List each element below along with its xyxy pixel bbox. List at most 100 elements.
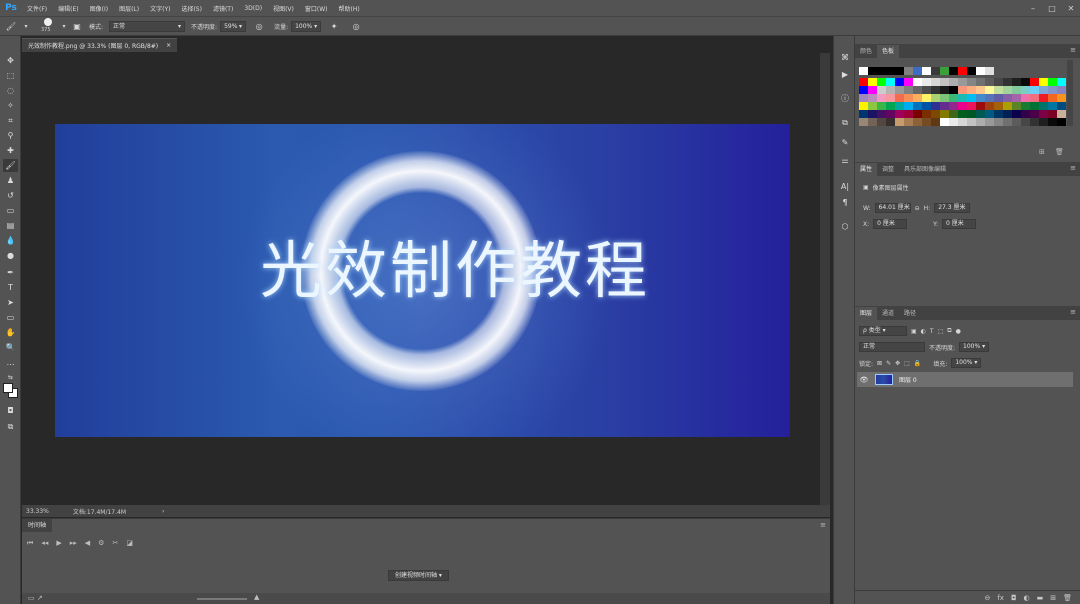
width-input[interactable]: 64.01 厘米 (874, 203, 911, 213)
color-swatch[interactable] (1012, 86, 1021, 94)
color-swatch[interactable] (1048, 110, 1057, 118)
lock-artboard-icon[interactable]: ⬚ (904, 360, 910, 367)
color-swatch[interactable] (913, 102, 922, 110)
color-swatch[interactable] (886, 118, 895, 126)
blur-tool-icon[interactable]: 💧 (3, 234, 18, 247)
next-frame-icon[interactable]: ▸▸ (70, 539, 77, 548)
color-swatch[interactable] (913, 118, 922, 126)
color-swatch[interactable] (949, 118, 958, 126)
color-swatch[interactable] (1003, 78, 1012, 86)
color-swatch[interactable] (868, 110, 877, 118)
menu-file[interactable]: 文件(F) (22, 4, 53, 13)
history-panel-icon[interactable]: ⌘ (838, 51, 852, 64)
color-swatch[interactable] (967, 102, 976, 110)
layer-style-icon[interactable]: fx (997, 594, 1004, 602)
color-swatch[interactable] (967, 86, 976, 94)
color-swatch[interactable] (877, 78, 886, 86)
color-swatch[interactable] (994, 118, 1003, 126)
color-swatch[interactable] (922, 102, 931, 110)
color-swatch[interactable] (985, 86, 994, 94)
color-swatch[interactable] (985, 110, 994, 118)
menu-edit[interactable]: 编辑(E) (53, 4, 84, 13)
color-swatch[interactable] (940, 78, 949, 86)
blend-mode-select[interactable]: 正常 (859, 342, 925, 352)
color-swatch[interactable] (868, 118, 877, 126)
color-swatch[interactable] (1039, 94, 1048, 102)
color-swatch[interactable] (904, 94, 913, 102)
color-swatch[interactable] (904, 67, 913, 75)
color-swatch[interactable] (958, 118, 967, 126)
color-swatch[interactable] (1030, 94, 1039, 102)
add-mask-icon[interactable]: ◘ (1011, 594, 1017, 602)
menu-help[interactable]: 帮助(H) (334, 4, 366, 13)
create-video-timeline-button[interactable]: 创建视频时间轴 ▾ (388, 570, 449, 581)
maximize-icon[interactable]: □ (1043, 0, 1061, 16)
color-swatch[interactable] (877, 86, 886, 94)
color-swatch[interactable] (940, 118, 949, 126)
eyedropper-tool-icon[interactable]: ⚲ (3, 129, 18, 142)
color-swatch[interactable] (868, 86, 877, 94)
minimize-icon[interactable]: – (1024, 0, 1042, 16)
color-swatch[interactable] (1003, 110, 1012, 118)
color-swatch[interactable] (931, 94, 940, 102)
brush-preset-icon[interactable]: 🖌 (0, 22, 22, 31)
opacity-input[interactable]: 59% ▾ (220, 20, 247, 32)
color-swatch[interactable] (904, 78, 913, 86)
new-group-icon[interactable]: ▬ (1037, 594, 1044, 602)
filter-type-icon[interactable]: T (930, 328, 934, 335)
color-swatch[interactable] (940, 102, 949, 110)
healing-brush-tool-icon[interactable]: ✚ (3, 144, 18, 157)
color-swatch[interactable] (994, 78, 1003, 86)
play-icon[interactable]: ▶ (56, 539, 61, 548)
color-swatch[interactable] (922, 110, 931, 118)
hand-tool-icon[interactable]: ✋ (3, 326, 18, 339)
mode-select[interactable]: 正常 ▾ (109, 20, 186, 32)
color-swatch[interactable] (940, 67, 949, 75)
tab-properties[interactable]: 属性 (855, 163, 878, 176)
lock-transparent-icon[interactable]: ⊠ (877, 360, 882, 367)
color-swatch[interactable] (1012, 78, 1021, 86)
color-swatch[interactable] (895, 118, 904, 126)
color-swatch[interactable] (958, 102, 967, 110)
adjust-panel-icon[interactable]: ⚌ (838, 154, 852, 167)
color-swatch[interactable] (922, 94, 931, 102)
foreground-color-swatch[interactable] (3, 383, 13, 393)
vertical-scrollbar[interactable] (820, 53, 830, 505)
color-swatch[interactable] (1012, 94, 1021, 102)
color-swatch[interactable] (1039, 118, 1048, 126)
document-tab[interactable]: 光效制作教程.png @ 33.3% (图层 0, RGB/8#) × (22, 38, 178, 52)
pressure-opacity-icon[interactable]: ◎ (250, 22, 268, 31)
color-swatch[interactable] (967, 118, 976, 126)
color-swatch[interactable] (859, 102, 868, 110)
clone-stamp-tool-icon[interactable]: ♟ (3, 174, 18, 187)
split-icon[interactable]: ✂ (112, 539, 118, 548)
filter-pixel-icon[interactable]: ▣ (911, 328, 917, 335)
eraser-tool-icon[interactable]: ▭ (3, 204, 18, 217)
status-menu-arrow[interactable]: › (162, 508, 164, 515)
color-swatch[interactable] (1057, 94, 1066, 102)
color-swatch[interactable] (949, 94, 958, 102)
zoom-level[interactable]: 33.33% (26, 508, 49, 515)
tab-layers[interactable]: 图层 (855, 307, 878, 320)
color-swatch[interactable] (913, 67, 922, 75)
color-swatch[interactable] (931, 86, 940, 94)
settings-icon[interactable]: ⚙ (98, 539, 104, 548)
adjustment-layer-icon[interactable]: ◐ (1024, 594, 1030, 602)
chevron-down-icon[interactable]: ▾ (60, 23, 68, 30)
filter-toggle-icon[interactable]: ● (956, 328, 961, 335)
color-swatch[interactable] (958, 67, 967, 75)
color-swatch[interactable] (1039, 78, 1048, 86)
color-swatch[interactable] (1003, 118, 1012, 126)
color-swatch[interactable] (895, 110, 904, 118)
color-swatch[interactable] (976, 94, 985, 102)
x-input[interactable]: 0 厘米 (873, 219, 908, 229)
previous-frame-icon[interactable]: ◂◂ (41, 539, 48, 548)
color-swatch[interactable] (967, 67, 976, 75)
color-swatch[interactable] (877, 94, 886, 102)
color-swatch[interactable] (895, 67, 904, 75)
color-swatch[interactable] (859, 118, 868, 126)
panel-menu-icon[interactable]: ≡ (1070, 164, 1076, 172)
brush-panel-icon[interactable]: ✎ (838, 136, 852, 149)
color-swatch[interactable] (877, 118, 886, 126)
color-swatch[interactable] (940, 94, 949, 102)
